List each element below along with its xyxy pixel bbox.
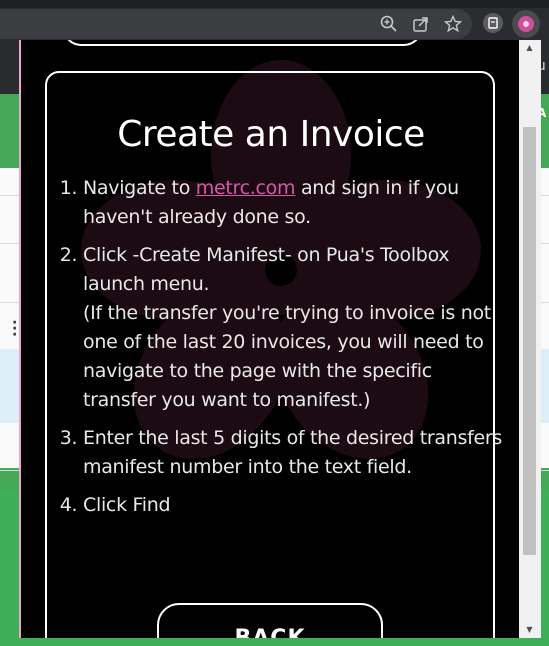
instruction-list: Navigate to metrc.com and sign in if you…	[57, 174, 508, 529]
list-item: Click -Create Manifest- on Pua's Toolbox…	[83, 241, 508, 415]
step-text: Click Find	[83, 494, 171, 516]
flower-extension-icon[interactable]	[512, 10, 540, 38]
zoom-icon[interactable]	[379, 14, 399, 34]
list-item: Enter the last 5 digits of the desired t…	[83, 424, 508, 482]
list-item: Navigate to metrc.com and sign in if you…	[83, 174, 508, 232]
share-icon[interactable]	[411, 14, 431, 34]
address-bar[interactable]	[0, 9, 472, 39]
scroll-down-arrow-icon[interactable]: ▼	[523, 624, 536, 636]
metrc-link[interactable]: metrc.com	[196, 177, 296, 199]
step-text: Click -Create Manifest- on Pua's Toolbox…	[83, 244, 450, 295]
extension-popup: Create an Invoice Navigate to metrc.com …	[19, 40, 521, 638]
scroll-up-arrow-icon[interactable]: ▲	[523, 42, 536, 54]
page-title: Create an Invoice	[117, 114, 425, 155]
list-item: Click Find	[83, 491, 508, 520]
extension-icon[interactable]	[483, 13, 503, 33]
step-text: Navigate to	[83, 177, 196, 199]
browser-tabstrip-edge	[0, 0, 549, 8]
back-button[interactable]: BACK	[157, 603, 383, 638]
scrollbar-thumb[interactable]	[523, 127, 536, 555]
previous-section-outline	[63, 40, 422, 46]
kebab-menu-icon[interactable]: · · ·	[12, 316, 17, 342]
step-text: Enter the last 5 digits of the desired t…	[83, 427, 502, 478]
step-note: (If the transfer you're trying to invoic…	[83, 302, 491, 411]
star-icon[interactable]	[443, 14, 463, 34]
